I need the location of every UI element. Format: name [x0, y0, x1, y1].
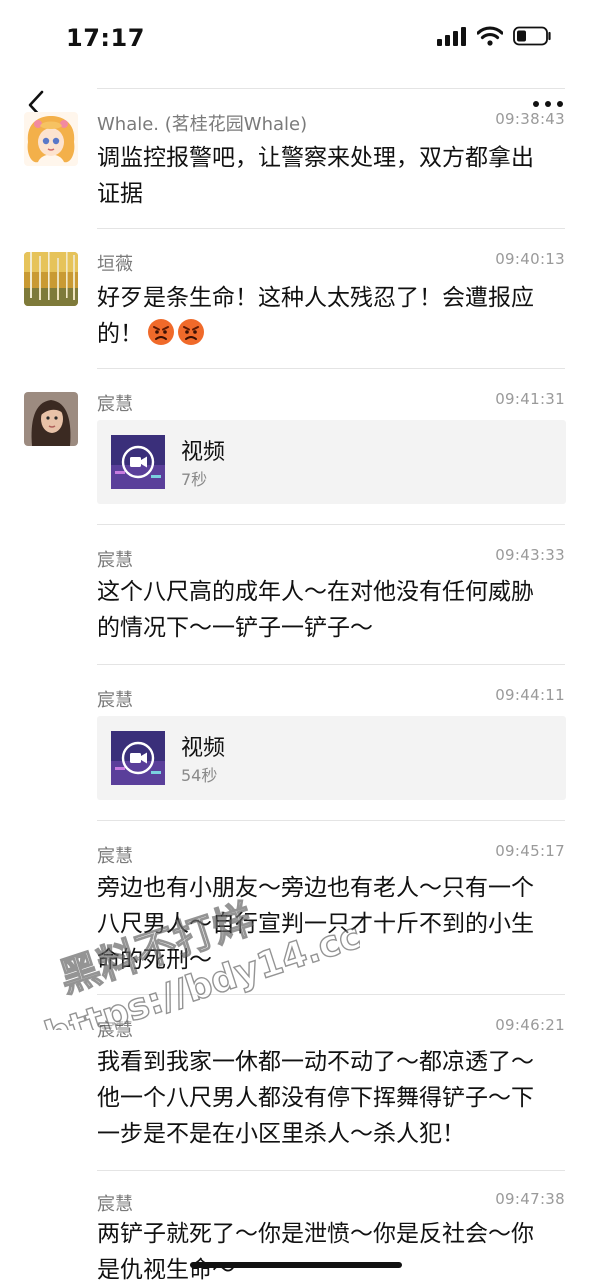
divider [97, 88, 565, 89]
battery-icon [513, 26, 551, 46]
avatar[interactable] [24, 392, 78, 446]
wifi-icon [477, 26, 503, 46]
video-duration: 7秒 [181, 470, 208, 489]
message-text: 旁边也有小朋友～旁边也有老人～只有一个八尺男人～自行宣判一只才十斤不到的小生命的… [97, 875, 534, 973]
avatar[interactable] [24, 112, 78, 166]
avatar[interactable] [24, 252, 78, 306]
angry-face-icon [148, 319, 174, 345]
video-duration: 54秒 [181, 766, 218, 785]
message-text: 好歹是条生命！这种人太残忍了！会遭报应的！ [97, 280, 547, 352]
message-time: 09:38:43 [495, 110, 565, 128]
divider [97, 820, 565, 821]
message-text: 这个八尺高的成年人～在对他没有任何威胁的情况下～一铲子一铲子～ [97, 579, 534, 641]
sender-name: 垣薇 [97, 254, 133, 275]
cellular-signal-icon [437, 27, 466, 46]
message-text: 两铲子就死了～你是泄愤～你是反社会～你是仇视生命～ [97, 1221, 534, 1283]
sender-name: 宸慧 [97, 550, 133, 571]
sender-name: 宸慧 [97, 394, 133, 415]
divider [97, 368, 565, 369]
video-title: 视频 [181, 440, 226, 465]
video-title: 视频 [181, 736, 226, 761]
sender-name: 宸慧 [97, 1194, 133, 1215]
message-time: 09:45:17 [495, 842, 565, 860]
divider [97, 1170, 565, 1171]
sender-name: 宸慧 [97, 690, 133, 711]
status-bar: 17:17 [0, 0, 591, 80]
message-text: 调监控报警吧，让警察来处理，双方都拿出证据 [97, 145, 534, 207]
sender-name: 宸慧 [97, 846, 133, 867]
message-time: 09:43:33 [495, 546, 565, 564]
message-time: 09:46:21 [495, 1016, 565, 1034]
message-time: 09:44:11 [495, 686, 565, 704]
video-message-card[interactable]: 视频 7秒 [97, 420, 566, 504]
message-text: 我看到我家一休都一动不动了～都凉透了～他一个八尺男人都没有停下挥舞得铲子～下一步… [97, 1049, 534, 1147]
system-icons [437, 26, 553, 46]
message-time: 09:41:31 [495, 390, 565, 408]
video-thumbnail[interactable] [111, 731, 165, 785]
message-time: 09:47:38 [495, 1190, 565, 1208]
video-thumbnail[interactable] [111, 435, 165, 489]
sender-name: 宸慧 [97, 1020, 133, 1041]
angry-face-icon [178, 319, 204, 345]
message-time: 09:40:13 [495, 250, 565, 268]
divider [97, 524, 565, 525]
status-time: 17:17 [66, 24, 145, 52]
sender-name: Whale. (茗桂花园Whale) [97, 114, 308, 135]
divider [97, 994, 565, 995]
divider [97, 228, 565, 229]
divider [97, 664, 565, 665]
home-indicator[interactable] [190, 1262, 402, 1268]
video-message-card[interactable]: 视频 54秒 [97, 716, 566, 800]
